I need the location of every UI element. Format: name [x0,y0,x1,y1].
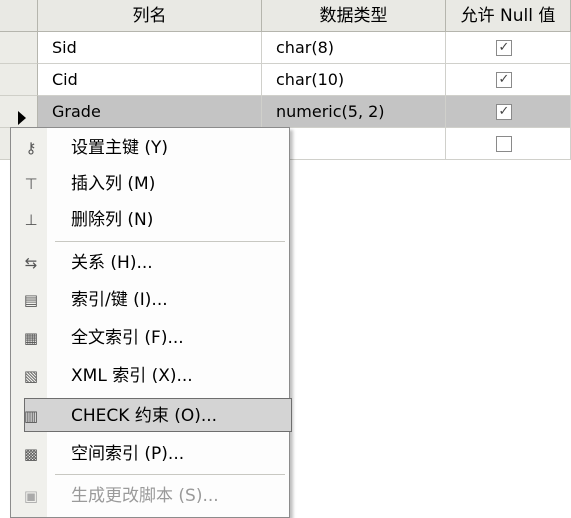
allow-null-checkbox[interactable] [496,136,512,152]
menu-item-label: 关系 (H)... [71,253,153,273]
column-header-datatype[interactable]: 数据类型 [262,0,446,32]
allow-null-cell: ✓ [446,32,571,64]
row-selector-header [0,0,38,32]
allow-null-checkbox[interactable]: ✓ [496,40,512,56]
row-selector[interactable] [0,64,38,96]
generate-script-icon: ▣ [23,487,39,505]
allow-null-cell: ✓ [446,96,571,128]
menu-item-label: 索引/键 (I)... [71,290,168,310]
menu-item-relationships[interactable]: ⇆ 关系 (H)... [11,245,289,281]
menu-separator [55,474,285,475]
spatial-index-icon: ▩ [23,445,39,463]
menu-item-label: 删除列 (N) [71,210,154,230]
menu-item-label: CHECK 约束 (O)... [71,406,218,426]
allow-null-cell [446,128,571,160]
allow-null-checkbox[interactable]: ✓ [496,72,512,88]
menu-item-xml-index[interactable]: ▧ XML 索引 (X)... [11,358,289,394]
menu-item-label: 空间索引 (P)... [71,444,185,464]
menu-item-spatial-index[interactable]: ▩ 空间索引 (P)... [11,436,289,472]
current-row-arrow-icon [18,111,26,125]
allow-null-cell: ✓ [446,64,571,96]
data-type-cell[interactable]: char(10) [262,64,446,96]
menu-item-label: 插入列 (M) [71,174,156,194]
menu-item-generate-change-script: ▣ 生成更改脚本 (S)... [11,478,289,514]
insert-column-icon: ⊤ [24,175,38,193]
relationships-icon: ⇆ [24,254,38,272]
fulltext-index-icon: ▦ [23,329,39,347]
check-constraint-icon: ▥ [23,407,39,425]
context-menu: ⚷ 设置主键 (Y) ⊤ 插入列 (M) ⊥ 删除列 (N) ⇆ 关系 (H).… [10,127,292,518]
xml-index-icon: ▧ [23,367,39,385]
menu-item-set-primary-key[interactable]: ⚷ 设置主键 (Y) [11,130,289,166]
allow-null-checkbox[interactable]: ✓ [496,104,512,120]
column-name-cell[interactable]: Sid [38,32,262,64]
menu-item-label: 全文索引 (F)... [71,328,184,348]
menu-item-label: 设置主键 (Y) [71,138,169,158]
column-header-name[interactable]: 列名 [38,0,262,32]
column-name-cell[interactable]: Cid [38,64,262,96]
column-name-cell[interactable]: Grade [38,96,262,128]
menu-separator [55,241,285,242]
menu-item-insert-column[interactable]: ⊤ 插入列 (M) [11,166,289,202]
data-type-cell[interactable]: char(8) [262,32,446,64]
column-header-allow-null[interactable]: 允许 Null 值 [446,0,571,32]
delete-column-icon: ⊥ [24,211,38,229]
index-key-icon: ▤ [23,291,39,309]
menu-item-delete-column[interactable]: ⊥ 删除列 (N) [11,202,289,238]
row-selector[interactable] [0,32,38,64]
menu-item-fulltext-index[interactable]: ▦ 全文索引 (F)... [11,320,289,356]
key-icon: ⚷ [25,139,37,157]
menu-item-indexes-keys[interactable]: ▤ 索引/键 (I)... [11,282,289,318]
menu-item-label: XML 索引 (X)... [71,366,193,386]
menu-item-label: 生成更改脚本 (S)... [71,486,219,506]
data-type-cell[interactable]: numeric(5, 2) [262,96,446,128]
menu-item-check-constraint[interactable]: ▥ CHECK 约束 (O)... [11,398,292,434]
